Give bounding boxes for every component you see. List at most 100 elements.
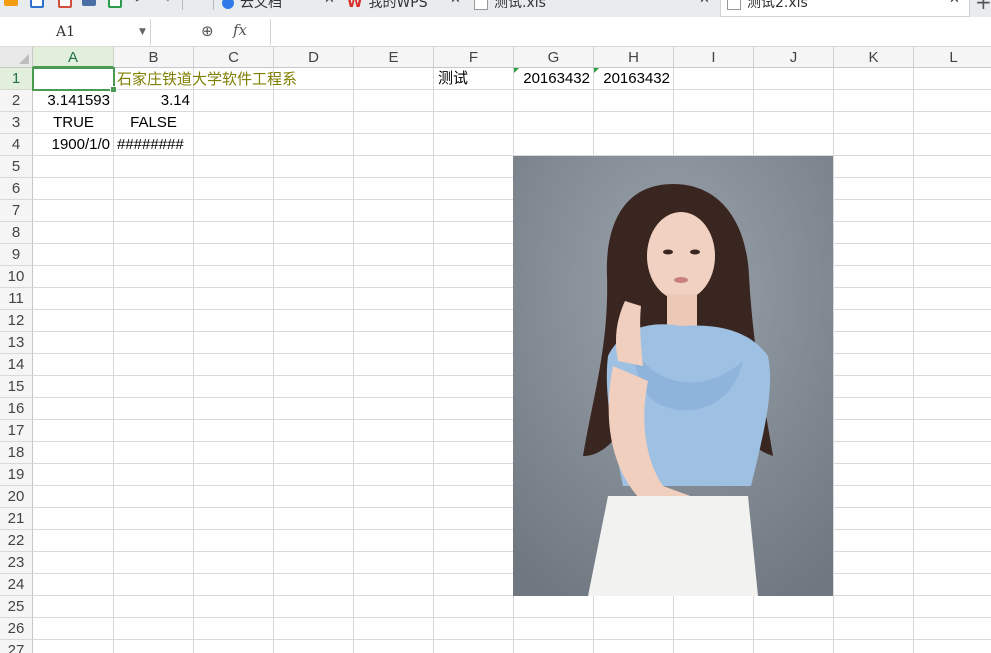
tab-label: 我的WPS	[368, 0, 428, 11]
gridline	[33, 529, 991, 530]
print-preview-icon[interactable]	[108, 0, 122, 8]
active-cell-selection[interactable]	[32, 67, 117, 93]
gridline	[33, 463, 991, 464]
close-icon[interactable]: ✕	[699, 0, 710, 7]
cell-a4[interactable]: 1900/1/0	[34, 134, 113, 156]
tab-bar: ↶ ↷ ▾ 云文档 ✕ W我的WPS ✕ 测试.xls ✕ 测试2.xls ✕ …	[0, 0, 991, 17]
gridline	[33, 397, 991, 398]
cell-f1[interactable]: 测试	[438, 68, 512, 90]
number-as-text-indicator	[594, 68, 599, 73]
print-icon[interactable]	[82, 0, 96, 6]
spreadsheet-grid: A B C D E F G H I J K L 1 2 3 4 5 6 7 8 …	[0, 47, 991, 653]
embedded-photo[interactable]	[513, 156, 833, 596]
gridline	[33, 309, 991, 310]
row-header-6[interactable]: 6	[0, 178, 33, 200]
close-icon[interactable]: ✕	[450, 0, 461, 7]
col-header-i[interactable]: I	[674, 47, 754, 68]
cell-a2[interactable]: 3.141593	[34, 90, 113, 112]
cell-b3[interactable]: FALSE	[114, 112, 193, 134]
cell-b4[interactable]: ########	[114, 134, 193, 156]
photo-image	[513, 156, 833, 596]
new-tab-icon[interactable]: +	[975, 0, 991, 14]
gridline	[33, 199, 991, 200]
row-header-22[interactable]: 22	[0, 530, 33, 552]
col-header-c[interactable]: C	[194, 47, 274, 68]
gridline	[33, 265, 991, 266]
gridline	[33, 639, 991, 640]
col-header-a[interactable]: A	[33, 47, 114, 68]
number-as-text-indicator	[514, 68, 519, 73]
row-header-10[interactable]: 10	[0, 266, 33, 288]
row-header-7[interactable]: 7	[0, 200, 33, 222]
wps-logo-icon: W	[347, 0, 363, 11]
col-header-b[interactable]: B	[114, 47, 194, 68]
col-header-f[interactable]: F	[434, 47, 514, 68]
row-header-26[interactable]: 26	[0, 618, 33, 640]
col-header-d[interactable]: D	[274, 47, 354, 68]
row-header-15[interactable]: 15	[0, 376, 33, 398]
close-icon[interactable]: ✕	[949, 0, 960, 7]
name-box-value: A1	[56, 24, 76, 40]
chevron-down-icon[interactable]: ▼	[139, 27, 146, 37]
row-header-18[interactable]: 18	[0, 442, 33, 464]
row-header-1[interactable]: 1	[0, 68, 33, 90]
row-header-19[interactable]: 19	[0, 464, 33, 486]
row-header-3[interactable]: 3	[0, 112, 33, 134]
new-file-icon[interactable]	[30, 0, 44, 8]
gridline	[33, 419, 991, 420]
gridline	[33, 573, 991, 574]
cell-g1[interactable]: 20163432	[514, 68, 593, 90]
cell-b1[interactable]: 石家庄铁道大学软件工程系	[117, 68, 357, 90]
col-header-j[interactable]: J	[754, 47, 834, 68]
row-header-9[interactable]: 9	[0, 244, 33, 266]
toolbar-divider	[213, 0, 214, 10]
row-header-20[interactable]: 20	[0, 486, 33, 508]
gridline	[33, 485, 991, 486]
col-header-e[interactable]: E	[354, 47, 434, 68]
col-header-l[interactable]: L	[914, 47, 991, 68]
row-header-24[interactable]: 24	[0, 574, 33, 596]
app-logo-icon	[4, 0, 18, 6]
select-all-corner[interactable]	[0, 47, 33, 68]
row-header-21[interactable]: 21	[0, 508, 33, 530]
xls-file-icon	[727, 0, 741, 10]
xls-file-icon	[474, 0, 488, 10]
gridline	[33, 375, 991, 376]
tab-my-wps[interactable]: W 我的WPS ✕	[347, 0, 461, 16]
tab-test-xls[interactable]: 测试.xls ✕	[474, 0, 710, 16]
row-header-11[interactable]: 11	[0, 288, 33, 310]
row-header-8[interactable]: 8	[0, 222, 33, 244]
zoom-icon[interactable]: ⊕	[201, 22, 214, 40]
cell-h1[interactable]: 20163432	[594, 68, 673, 90]
tab-label: 测试.xls	[494, 0, 546, 11]
row-header-12[interactable]: 12	[0, 310, 33, 332]
tab-test2-xls[interactable]: 测试2.xls ✕	[720, 0, 970, 17]
row-header-17[interactable]: 17	[0, 420, 33, 442]
formula-divider	[270, 19, 271, 45]
gridline	[33, 287, 991, 288]
chevron-down-icon[interactable]: ▾	[194, 0, 199, 3]
redo-icon[interactable]: ↷	[160, 0, 171, 8]
cell-b2[interactable]: 3.14	[114, 90, 193, 112]
cell-a3[interactable]: TRUE	[34, 112, 113, 134]
row-header-2[interactable]: 2	[0, 90, 33, 112]
row-header-23[interactable]: 23	[0, 552, 33, 574]
open-file-icon[interactable]	[58, 0, 72, 8]
row-header-25[interactable]: 25	[0, 596, 33, 618]
name-box[interactable]: A1 ▼	[0, 19, 151, 45]
tab-cloud-docs[interactable]: 云文档 ✕	[222, 0, 335, 16]
col-header-h[interactable]: H	[594, 47, 674, 68]
row-header-14[interactable]: 14	[0, 354, 33, 376]
toolbar-divider	[182, 0, 183, 10]
row-header-4[interactable]: 4	[0, 134, 33, 156]
row-header-27[interactable]: 27	[0, 640, 33, 653]
row-header-16[interactable]: 16	[0, 398, 33, 420]
close-icon[interactable]: ✕	[324, 0, 335, 7]
col-header-g[interactable]: G	[514, 47, 594, 68]
col-header-k[interactable]: K	[834, 47, 914, 68]
row-header-5[interactable]: 5	[0, 156, 33, 178]
undo-icon[interactable]: ↶	[134, 0, 145, 8]
fx-icon[interactable]: fx	[233, 21, 247, 39]
row-header-13[interactable]: 13	[0, 332, 33, 354]
gridline	[33, 507, 991, 508]
